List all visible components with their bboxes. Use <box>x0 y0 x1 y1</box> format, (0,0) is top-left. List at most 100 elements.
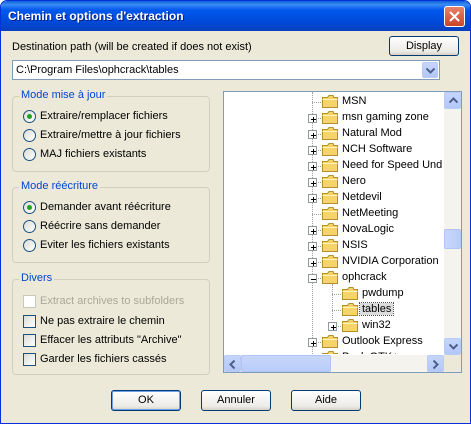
checkbox-no-path-label[interactable]: Ne pas extraire le chemin <box>40 315 165 327</box>
tree-item[interactable]: msn gaming zone <box>224 110 444 126</box>
tree-expand-button[interactable] <box>308 258 317 267</box>
extraction-dialog: Chemin et options d'extraction Destinati… <box>0 0 471 424</box>
plus-icon <box>311 229 316 234</box>
tree-expand-button[interactable] <box>328 322 337 331</box>
radio-ask-before-overwrite[interactable] <box>23 201 36 214</box>
close-button[interactable] <box>444 6 465 27</box>
folder-icon <box>322 143 338 156</box>
tree-item[interactable]: MSN <box>224 94 444 110</box>
radio-update-existing[interactable] <box>23 148 36 161</box>
checkbox-clear-archive-attr-label[interactable]: Effacer les attributs "Archive" <box>40 334 182 346</box>
tree-item[interactable]: NSIS <box>224 238 444 254</box>
plus-icon <box>311 261 316 266</box>
vertical-scrollbar[interactable] <box>444 92 461 355</box>
plus-icon <box>311 341 316 346</box>
folder-tree[interactable]: MSN msn gaming zone Natural Mod NCH Softwar… <box>223 91 462 373</box>
help-button[interactable]: Aide <box>291 390 361 411</box>
tree-expand-button[interactable] <box>308 338 317 347</box>
scroll-down-button[interactable] <box>444 338 461 355</box>
plus-icon <box>311 133 316 138</box>
tree-item[interactable]: NetMeeting <box>224 206 444 222</box>
cancel-button[interactable]: Annuler <box>201 390 271 411</box>
tree-item-label[interactable]: MSN <box>340 95 368 107</box>
horizontal-scrollbar[interactable] <box>224 355 444 372</box>
tree-item-label[interactable]: msn gaming zone <box>340 111 431 123</box>
tree-item[interactable]: Pack GTK+ <box>224 350 444 354</box>
tree-item-label[interactable]: Need for Speed Und <box>340 159 444 171</box>
folder-icon <box>322 127 338 140</box>
radio-update-existing-label[interactable]: MAJ fichiers existants <box>40 148 146 160</box>
title-bar[interactable]: Chemin et options d'extraction <box>1 1 470 31</box>
display-button[interactable]: Display <box>389 36 459 56</box>
tree-expand-button[interactable] <box>308 194 317 203</box>
tree-expand-button[interactable] <box>308 146 317 155</box>
tree-item[interactable]: ophcrack <box>224 270 444 286</box>
tree-item-label[interactable]: NCH Software <box>340 143 414 155</box>
plus-icon <box>311 245 316 250</box>
horizontal-scroll-thumb[interactable] <box>241 355 331 372</box>
tree-item[interactable]: tables <box>224 302 444 318</box>
tree-item-label[interactable]: win32 <box>360 319 393 331</box>
radio-extract-update-label[interactable]: Extraire/mettre à jour fichiers <box>40 129 181 141</box>
tree-item-label[interactable]: NVIDIA Corporation <box>340 255 441 267</box>
checkbox-no-path[interactable] <box>23 315 36 328</box>
tree-expand-button[interactable] <box>308 226 317 235</box>
radio-overwrite-without-asking-label[interactable]: Réécrire sans demander <box>40 220 160 232</box>
tree-expand-button[interactable] <box>308 178 317 187</box>
destination-path-combobox[interactable]: C:\Program Files\ophcrack\tables <box>12 60 440 80</box>
tree-collapse-button[interactable] <box>308 274 317 283</box>
folder-icon <box>322 335 338 348</box>
destination-label: Destination path (will be created if doe… <box>12 41 252 53</box>
tree-item-label[interactable]: Netdevil <box>340 191 384 203</box>
destination-dropdown-button[interactable] <box>422 62 438 78</box>
tree-item-label[interactable]: Outlook Express <box>340 335 425 347</box>
tree-item[interactable]: NCH Software <box>224 142 444 158</box>
tree-item-label[interactable]: pwdump <box>360 287 406 299</box>
tree-item[interactable]: Need for Speed Und <box>224 158 444 174</box>
checkbox-keep-broken-label[interactable]: Garder les fichiers cassés <box>40 353 167 365</box>
tree-item[interactable]: pwdump <box>224 286 444 302</box>
radio-overwrite-without-asking[interactable] <box>23 220 36 233</box>
tree-item-label[interactable]: Pack GTK+ <box>340 351 401 354</box>
plus-icon <box>311 197 316 202</box>
folder-icon <box>322 159 338 172</box>
scroll-left-button[interactable] <box>224 355 241 372</box>
tree-item[interactable]: Natural Mod <box>224 126 444 142</box>
tree-item[interactable]: Netdevil <box>224 190 444 206</box>
radio-extract-replace-label[interactable]: Extraire/remplacer fichiers <box>40 110 168 122</box>
checkbox-clear-archive-attr[interactable] <box>23 334 36 347</box>
tree-item-label[interactable]: NSIS <box>340 239 370 251</box>
tree-item-label[interactable]: Nero <box>340 175 368 187</box>
checkbox-keep-broken[interactable] <box>23 353 36 366</box>
radio-extract-update[interactable] <box>23 129 36 142</box>
chevron-up-icon <box>449 97 458 104</box>
tree-expand-button[interactable] <box>308 162 317 171</box>
ok-button[interactable]: OK <box>111 390 181 411</box>
scroll-up-button[interactable] <box>444 92 461 109</box>
chevron-down-icon <box>449 343 458 350</box>
tree-item-label[interactable]: ophcrack <box>340 271 389 283</box>
scroll-right-button[interactable] <box>427 355 444 372</box>
radio-skip-existing-label[interactable]: Eviter les fichiers existants <box>40 239 170 251</box>
radio-extract-replace[interactable] <box>23 110 36 123</box>
tree-item[interactable]: Outlook Express <box>224 334 444 350</box>
radio-skip-existing[interactable] <box>23 239 36 252</box>
cancel-button-label: Annuler <box>217 394 255 406</box>
tree-item[interactable]: Nero <box>224 174 444 190</box>
tree-item[interactable]: win32 <box>224 318 444 334</box>
overwrite-mode-title: Mode réécriture <box>19 180 101 192</box>
radio-ask-before-overwrite-label[interactable]: Demander avant réécriture <box>40 201 171 213</box>
checkbox-extract-to-subfolders-label: Extract archives to subfolders <box>40 295 185 307</box>
tree-expand-button[interactable] <box>308 130 317 139</box>
tree-item[interactable]: NovaLogic <box>224 222 444 238</box>
folder-icon <box>322 223 338 236</box>
tree-item-label[interactable]: NovaLogic <box>340 223 396 235</box>
tree-item-label[interactable]: NetMeeting <box>340 207 400 219</box>
vertical-scroll-thumb[interactable] <box>444 229 461 249</box>
tree-expand-button[interactable] <box>308 242 317 251</box>
tree-item-label[interactable]: tables <box>358 302 395 316</box>
tree-item[interactable]: NVIDIA Corporation <box>224 254 444 270</box>
folder-icon <box>322 111 338 124</box>
tree-expand-button[interactable] <box>308 114 317 123</box>
tree-item-label[interactable]: Natural Mod <box>340 127 404 139</box>
